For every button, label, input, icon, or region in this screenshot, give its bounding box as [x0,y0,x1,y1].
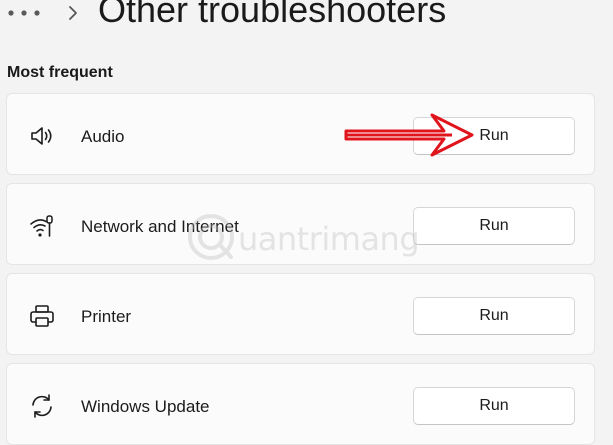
troubleshooter-label: Audio [81,127,125,146]
printer-icon [30,305,54,327]
run-button-windows-update[interactable]: Run [413,387,575,425]
troubleshooter-label: Network and Internet [81,217,239,236]
troubleshooter-card-printer: Printer Run [6,273,595,355]
page-title: Other troubleshooters [98,0,447,30]
troubleshooter-label: Printer [81,307,132,326]
troubleshooter-card-windows-update: Windows Update Run [6,363,595,445]
more-horizontal-icon[interactable] [6,6,44,20]
network-wifi-icon [30,215,53,237]
chevron-right-icon[interactable] [64,4,82,22]
troubleshooter-card-network: Network and Internet Run [6,183,595,265]
page-header: Other troubleshooters [0,0,613,42]
section-label: Most frequent [7,64,113,81]
troubleshooter-card-audio: Audio Run [6,93,595,175]
sync-icon [32,394,52,418]
run-button-printer[interactable]: Run [413,297,575,335]
run-button-network[interactable]: Run [413,207,575,245]
speaker-icon [31,127,52,145]
run-button-audio[interactable]: Run [413,117,575,155]
